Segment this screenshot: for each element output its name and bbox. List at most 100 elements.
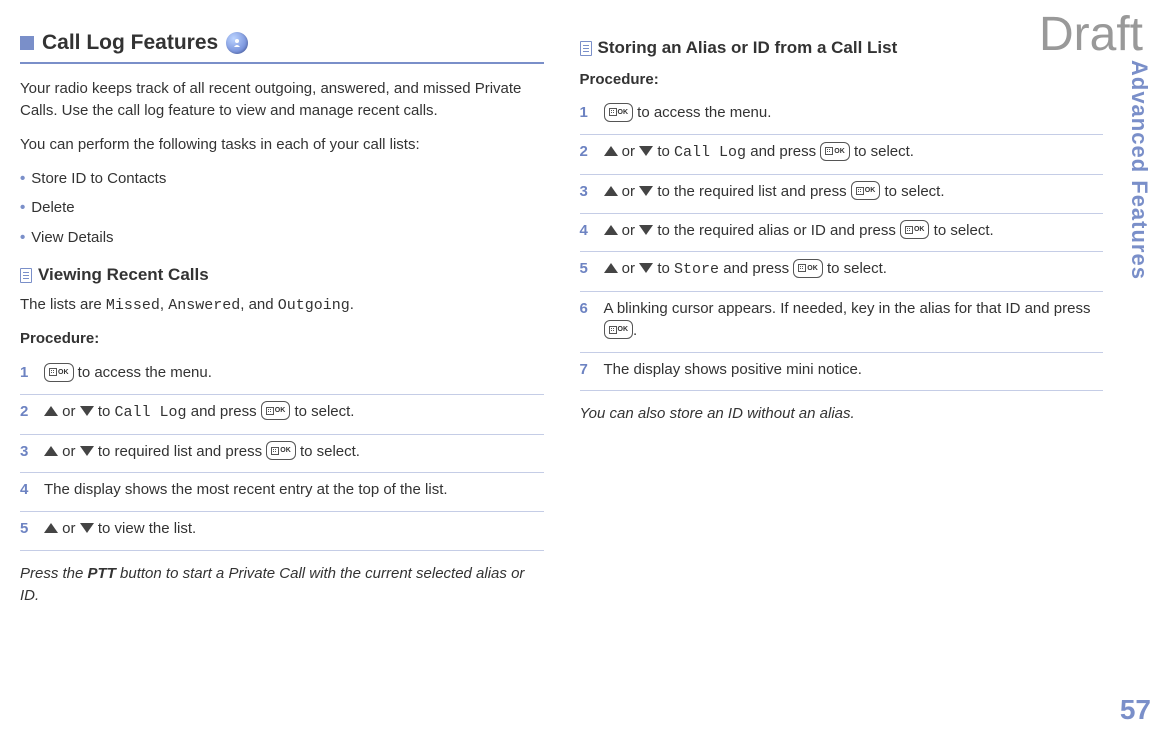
footer-note: You can also store an ID without an alia… xyxy=(580,403,1104,425)
step-row: 2 or to Call Log and press to select. xyxy=(20,395,544,435)
intro-paragraph-1: Your radio keeps track of all recent out… xyxy=(20,78,544,122)
page-content: Call Log Features Your radio keeps track… xyxy=(0,0,1163,626)
step-row: 1 to access the menu. xyxy=(20,356,544,395)
text-fragment: or xyxy=(618,183,640,200)
text-fragment: to xyxy=(653,143,674,160)
text-fragment: or xyxy=(58,403,80,420)
text-fragment: and press xyxy=(719,260,793,277)
mono-text: Call Log xyxy=(674,144,746,161)
ok-key-icon xyxy=(900,220,930,239)
text-fragment: to select. xyxy=(290,403,354,420)
step-body: The display shows positive mini notice. xyxy=(604,359,1104,381)
step-row: 3 or to the required list and press to s… xyxy=(580,175,1104,214)
left-column: Call Log Features Your radio keeps track… xyxy=(20,28,544,606)
text-fragment: to xyxy=(653,260,674,277)
text-fragment: to access the menu. xyxy=(74,364,212,381)
procedure-label: Procedure: xyxy=(580,69,1104,91)
step-row: 4 or to the required alias or ID and pre… xyxy=(580,214,1104,253)
task-list: •Store ID to Contacts •Delete •View Deta… xyxy=(20,168,544,249)
text-fragment: or xyxy=(618,260,640,277)
step-number: 4 xyxy=(20,479,34,501)
list-item-label: View Details xyxy=(31,227,113,249)
mono-text: Call Log xyxy=(115,404,187,421)
text-fragment: to select. xyxy=(296,443,360,460)
right-column: Storing an Alias or ID from a Call List … xyxy=(580,28,1104,606)
list-item: •View Details xyxy=(20,227,544,249)
step-row: 6 A blinking cursor appears. If needed, … xyxy=(580,292,1104,353)
down-arrow-icon xyxy=(639,186,653,196)
text-fragment: or xyxy=(618,222,640,239)
text-fragment: to view the list. xyxy=(94,520,197,537)
step-body: The display shows the most recent entry … xyxy=(44,479,544,501)
text-fragment: to select. xyxy=(929,222,993,239)
up-arrow-icon xyxy=(44,523,58,533)
ptt-label: PTT xyxy=(88,565,116,582)
step-number: 5 xyxy=(580,258,594,280)
step-number: 5 xyxy=(20,518,34,540)
step-body: or to Call Log and press to select. xyxy=(604,141,1104,164)
up-arrow-icon xyxy=(604,225,618,235)
up-arrow-icon xyxy=(44,406,58,416)
page-number: 57 xyxy=(1120,690,1151,731)
text-fragment: to the required list and press xyxy=(653,183,851,200)
step-number: 4 xyxy=(580,220,594,242)
side-tab-label: Advanced Features xyxy=(1123,60,1155,280)
step-body: to access the menu. xyxy=(604,102,1104,124)
step-row: 7 The display shows positive mini notice… xyxy=(580,353,1104,392)
text-fragment: A blinking cursor appears. If needed, ke… xyxy=(604,300,1091,317)
step-number: 3 xyxy=(20,441,34,463)
step-row: 1 to access the menu. xyxy=(580,96,1104,135)
ok-key-icon xyxy=(820,142,850,161)
step-body: or to required list and press to select. xyxy=(44,441,544,463)
step-body: or to Call Log and press to select. xyxy=(44,401,544,424)
up-arrow-icon xyxy=(604,146,618,156)
step-body: or to Store and press to select. xyxy=(604,258,1104,281)
text-fragment: to required list and press xyxy=(94,443,267,460)
section-header-row: Call Log Features xyxy=(20,28,544,64)
step-body: or to the required alias or ID and press… xyxy=(604,220,1104,242)
bullet-icon: • xyxy=(20,168,25,190)
text-fragment: , xyxy=(160,296,168,313)
ok-key-icon xyxy=(261,401,291,420)
text-fragment: to select. xyxy=(880,183,944,200)
step-row: 5 or to Store and press to select. xyxy=(580,252,1104,292)
text-fragment: to access the menu. xyxy=(633,104,771,121)
up-arrow-icon xyxy=(44,446,58,456)
down-arrow-icon xyxy=(639,146,653,156)
text-fragment: and press xyxy=(746,143,820,160)
step-body: or to the required list and press to sel… xyxy=(604,181,1104,203)
mono-text: Store xyxy=(674,261,719,278)
step-body: or to view the list. xyxy=(44,518,544,540)
mono-text: Missed xyxy=(106,297,160,314)
subsection-header-row: Storing an Alias or ID from a Call List xyxy=(580,36,1104,61)
lists-description: The lists are Missed, Answered, and Outg… xyxy=(20,294,544,317)
down-arrow-icon xyxy=(639,225,653,235)
ok-key-icon xyxy=(851,181,881,200)
ok-key-icon xyxy=(44,363,74,382)
step-number: 1 xyxy=(580,102,594,124)
text-fragment: , and xyxy=(240,296,278,313)
down-arrow-icon xyxy=(80,523,94,533)
mono-text: Outgoing xyxy=(278,297,350,314)
text-fragment: The lists are xyxy=(20,296,106,313)
step-number: 2 xyxy=(580,141,594,163)
step-body: A blinking cursor appears. If needed, ke… xyxy=(604,298,1104,342)
subsection-title: Storing an Alias or ID from a Call List xyxy=(598,36,898,61)
intro-paragraph-2: You can perform the following tasks in e… xyxy=(20,134,544,156)
up-arrow-icon xyxy=(604,263,618,273)
step-number: 3 xyxy=(580,181,594,203)
text-fragment: to the required alias or ID and press xyxy=(653,222,900,239)
mono-text: Answered xyxy=(168,297,240,314)
ok-key-icon xyxy=(266,441,296,460)
down-arrow-icon xyxy=(80,446,94,456)
step-row: 4 The display shows the most recent entr… xyxy=(20,473,544,512)
procedure-label: Procedure: xyxy=(20,328,544,350)
list-item-label: Delete xyxy=(31,197,74,219)
ok-key-icon xyxy=(793,259,823,278)
document-icon xyxy=(20,268,32,283)
ok-key-icon xyxy=(604,320,634,339)
step-number: 2 xyxy=(20,401,34,423)
down-arrow-icon xyxy=(80,406,94,416)
text-fragment: to select. xyxy=(850,143,914,160)
watermark-text: Draft xyxy=(1039,0,1143,70)
